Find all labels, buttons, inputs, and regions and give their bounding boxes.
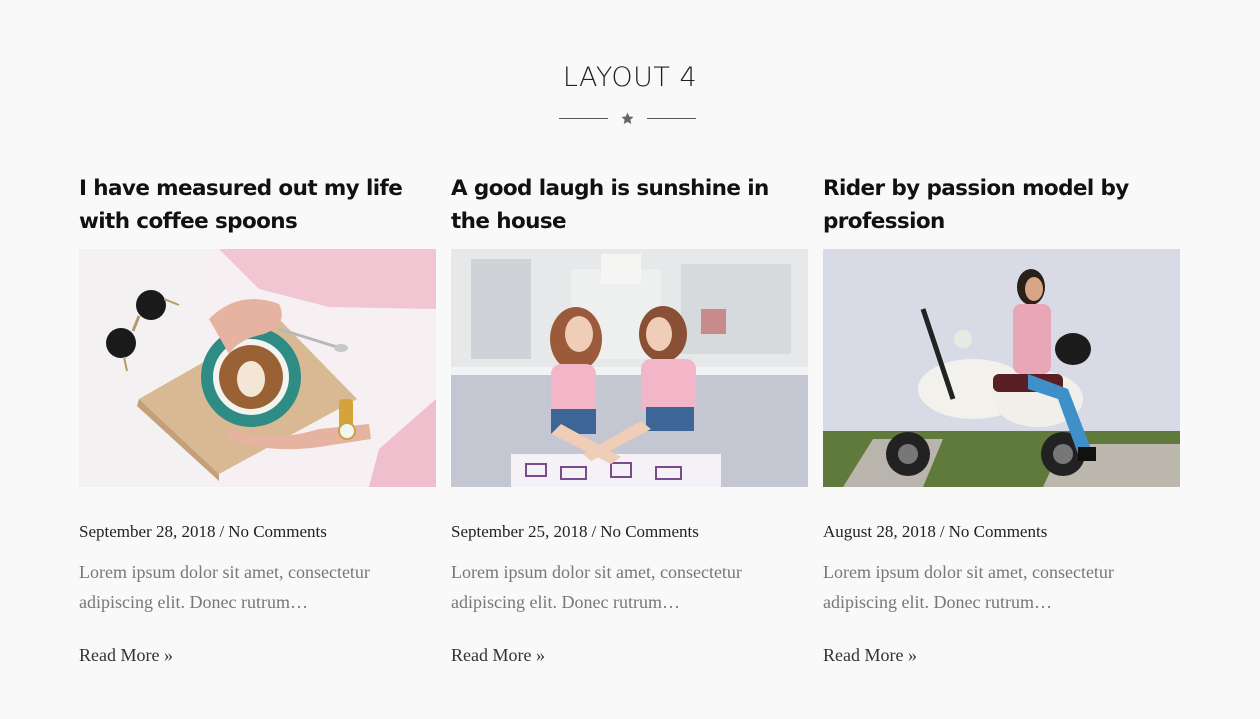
divider-line-right: [647, 118, 696, 119]
post-card: Rider by passion model by profession Aug…: [823, 173, 1180, 665]
meta-separator: /: [591, 522, 597, 541]
post-thumbnail[interactable]: [79, 249, 436, 487]
post-comments-link[interactable]: No Comments: [228, 522, 327, 541]
post-excerpt: Lorem ipsum dolor sit amet, consectetur …: [451, 562, 742, 612]
post-comments-link[interactable]: No Comments: [600, 522, 699, 541]
post-thumbnail[interactable]: [823, 249, 1180, 487]
section-title: LAYOUT 4: [562, 62, 698, 93]
post-comments-link[interactable]: No Comments: [949, 522, 1048, 541]
meta-separator: /: [219, 522, 225, 541]
post-thumbnail[interactable]: [451, 249, 808, 487]
post-date[interactable]: September 28, 2018: [79, 522, 215, 541]
post-meta: September 25, 2018/No Comments: [451, 522, 699, 542]
read-more-link[interactable]: Read More »: [823, 645, 917, 666]
divider-line-left: [559, 118, 608, 119]
star-icon: [621, 112, 634, 124]
post-meta: August 28, 2018/No Comments: [823, 522, 1047, 542]
post-title[interactable]: A good laugh is sunshine in the house: [451, 173, 808, 239]
coffee-latte-art-image: [79, 249, 436, 487]
post-card: A good laugh is sunshine in the house Se…: [451, 173, 808, 665]
read-more-link[interactable]: Read More »: [79, 645, 173, 666]
post-title[interactable]: I have measured out my life with coffee …: [79, 173, 436, 239]
meta-separator: /: [939, 522, 945, 541]
post-excerpt: Lorem ipsum dolor sit amet, consectetur …: [79, 562, 370, 612]
post-excerpt: Lorem ipsum dolor sit amet, consectetur …: [823, 562, 1114, 612]
title-divider: [559, 110, 696, 126]
read-more-link[interactable]: Read More »: [451, 645, 545, 666]
post-title[interactable]: Rider by passion model by profession: [823, 173, 1180, 239]
post-date[interactable]: September 25, 2018: [451, 522, 587, 541]
two-girls-laughing-image: [451, 249, 808, 487]
post-card: I have measured out my life with coffee …: [79, 173, 436, 665]
woman-on-scooter-image: [823, 249, 1180, 487]
post-meta: September 28, 2018/No Comments: [79, 522, 327, 542]
post-date[interactable]: August 28, 2018: [823, 522, 936, 541]
